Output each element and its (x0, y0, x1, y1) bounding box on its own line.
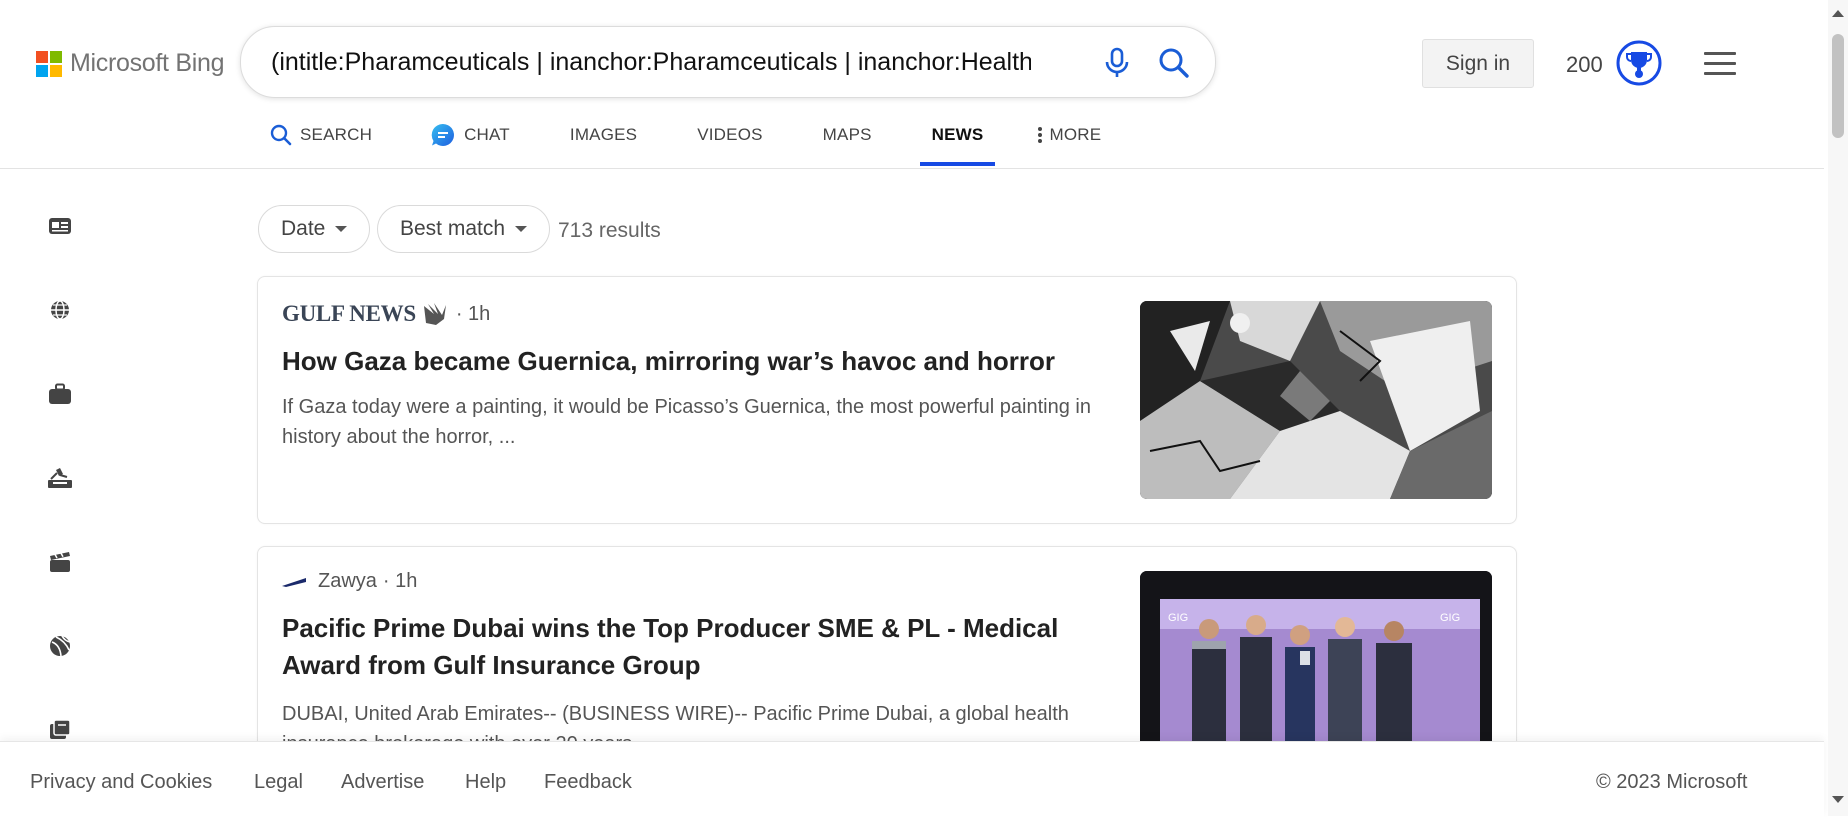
footer-link-help[interactable]: Help (465, 771, 506, 794)
footer-link-privacy[interactable]: Privacy and Cookies (30, 771, 212, 794)
scroll-down-arrow-icon[interactable] (1832, 796, 1844, 803)
date-filter-label: Date (281, 217, 326, 240)
news-source-logo[interactable]: GULF NEWS (282, 301, 416, 327)
news-card[interactable]: GULF NEWS · 1h How Gaza became Guernica,… (257, 276, 1517, 524)
sort-label: Best match (400, 217, 506, 240)
page-scrollbar[interactable] (1828, 0, 1848, 816)
news-title-link[interactable]: How Gaza became Guernica, mirroring war’… (282, 343, 1102, 380)
zawya-logo-icon (282, 577, 306, 587)
news-age: · 1h (455, 302, 491, 325)
footer-link-feedback[interactable]: Feedback (544, 771, 632, 794)
nav-tabs: SEARCH CHAT IMAGES VIDEOS MAPS NEWS MORE (270, 120, 1101, 168)
news-source-row: Zawya · 1h (282, 570, 417, 593)
chevron-down-icon (335, 226, 348, 232)
tab-label: CHAT (464, 125, 510, 144)
tab-news[interactable]: NEWS (919, 120, 996, 166)
footer-link-legal[interactable]: Legal (254, 771, 303, 794)
chevron-down-icon (515, 226, 528, 232)
guernica-painting-image (1140, 301, 1492, 499)
news-source-row: GULF NEWS · 1h (282, 301, 490, 327)
tab-chat[interactable]: CHAT (430, 120, 510, 150)
sort-dropdown[interactable]: Best match (377, 205, 551, 253)
sign-in-button[interactable]: Sign in (1422, 39, 1534, 88)
tab-label: NEWS (931, 125, 984, 144)
menu-icon[interactable] (1704, 52, 1736, 75)
science-icon[interactable] (44, 462, 76, 494)
more-vertical-icon (1038, 127, 1043, 143)
chat-icon (431, 123, 455, 146)
svg-text:GIG: GIG (1168, 612, 1188, 624)
bing-logo[interactable]: Microsoft Bing (36, 49, 224, 78)
tab-label: SEARCH (300, 125, 373, 144)
news-thumbnail[interactable] (1140, 301, 1492, 499)
news-thumbnail[interactable]: GIG GIG (1140, 571, 1492, 769)
clapperboard-icon[interactable] (44, 546, 76, 578)
microphone-icon[interactable] (1103, 47, 1131, 79)
footer: Privacy and Cookies Legal Advertise Help… (0, 741, 1824, 817)
search-input[interactable]: (intitle:Pharamceuticals | inanchor:Phar… (271, 48, 1031, 77)
tab-maps[interactable]: MAPS (823, 120, 872, 150)
header: Microsoft Bing (intitle:Pharamceuticals … (0, 0, 1824, 169)
scrollbar-thumb[interactable] (1832, 34, 1844, 138)
copyright-text: © 2023 Microsoft (1596, 771, 1748, 793)
tab-videos[interactable]: VIDEOS (697, 120, 762, 150)
footer-link-advertise[interactable]: Advertise (341, 771, 424, 794)
scroll-up-arrow-icon[interactable] (1832, 10, 1844, 17)
logo-text: Microsoft Bing (70, 49, 225, 77)
svg-text:GIG: GIG (1440, 612, 1460, 624)
globe-icon[interactable] (44, 294, 76, 326)
search-box[interactable]: (intitle:Pharamceuticals | inanchor:Phar… (240, 26, 1216, 98)
newspaper-icon[interactable] (44, 210, 76, 242)
search-icon[interactable] (1158, 47, 1190, 79)
award-photo-image: GIG GIG (1140, 571, 1492, 769)
microsoft-logo-icon (36, 50, 62, 77)
tab-search[interactable]: SEARCH (270, 120, 372, 150)
news-snippet: If Gaza today were a painting, it would … (282, 396, 1091, 448)
falcon-logo-icon (423, 303, 446, 325)
tab-label: IMAGES (569, 125, 638, 144)
briefcase-icon[interactable] (44, 378, 76, 410)
search-icon (270, 124, 292, 146)
tab-images[interactable]: IMAGES (570, 120, 637, 150)
tab-label: MAPS (822, 125, 872, 144)
rewards-points[interactable]: 200 (1566, 52, 1603, 78)
news-title-link[interactable]: Pacific Prime Dubai wins the Top Produce… (282, 610, 1102, 684)
date-filter-dropdown[interactable]: Date (258, 205, 371, 253)
news-source-name[interactable]: Zawya (318, 570, 377, 593)
tab-label: MORE (1049, 125, 1102, 144)
tab-more[interactable]: MORE (1037, 120, 1101, 150)
news-age: · 1h (382, 570, 418, 592)
results-count: 713 results (558, 219, 661, 242)
tab-label: VIDEOS (697, 125, 763, 144)
rewards-trophy-icon[interactable] (1616, 40, 1662, 86)
sports-ball-icon[interactable] (44, 630, 76, 662)
